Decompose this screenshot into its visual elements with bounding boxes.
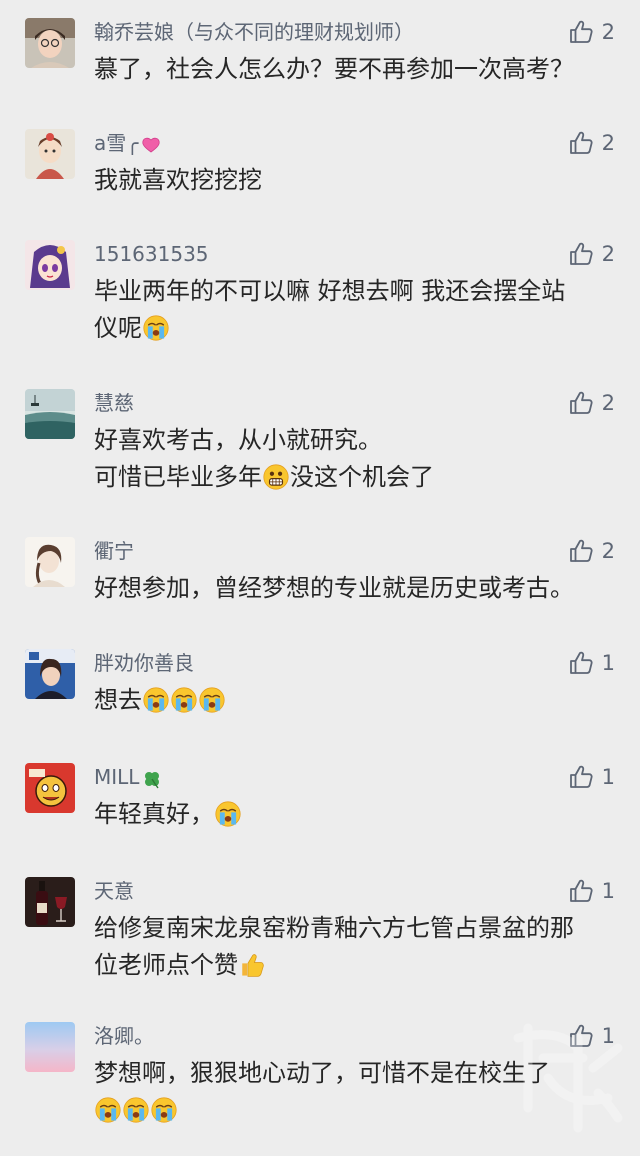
thumbs-up-icon: [568, 130, 594, 156]
wine-bottle-avatar[interactable]: [25, 877, 75, 927]
crying-face-emoji: [143, 315, 169, 341]
comment-text: 给修复南宋龙泉窑粉青釉六方七管占景盆的那 位老师点个赞: [94, 914, 574, 979]
commenter-name[interactable]: 151631535: [94, 240, 209, 268]
thumbs-up-icon: [568, 538, 594, 564]
crying-face-emoji: [151, 1097, 177, 1123]
like-button[interactable]: 2: [568, 389, 615, 417]
cartoon-face-avatar[interactable]: [25, 763, 75, 813]
like-count: 2: [601, 242, 615, 266]
like-button[interactable]: 2: [568, 537, 615, 565]
thumbs-up-icon: [568, 241, 594, 267]
like-count: 1: [601, 879, 615, 903]
like-count: 2: [601, 131, 615, 155]
comment-text: 毕业两年的不可以嘛 好想去啊 我还会摆全站 仪呢: [94, 277, 566, 342]
thumbs-up-icon: [568, 878, 594, 904]
crying-face-emoji: [95, 1097, 121, 1123]
anchor-woman-avatar[interactable]: [25, 649, 75, 699]
thumbs-up-icon: [568, 650, 594, 676]
comment-list: 翰乔芸娘（与众不同的理财规划师） 2 慕了，社会人怎么办？要不再参加一次高考？ …: [0, 0, 640, 1156]
like-button[interactable]: 2: [568, 240, 615, 268]
gradient-sky-avatar[interactable]: [25, 1022, 75, 1072]
comment-text: 年轻真好，: [94, 796, 614, 833]
commenter-name[interactable]: 洛卿。: [94, 1022, 154, 1050]
like-button[interactable]: 2: [568, 129, 615, 157]
like-button[interactable]: 1: [568, 763, 615, 791]
commenter-name[interactable]: a雪╭: [94, 129, 161, 157]
thumbs-up-emoji: [239, 952, 265, 978]
grimace-face-emoji: [263, 464, 289, 490]
woman-glasses-avatar[interactable]: [25, 18, 75, 68]
thumbs-up-icon: [568, 390, 594, 416]
crying-face-emoji: [171, 687, 197, 713]
comment-text: 好喜欢考古，从小就研究。 可惜已毕业多年 没这个机会了: [94, 426, 434, 491]
commenter-name[interactable]: 衢宁: [94, 537, 134, 565]
thumbs-up-icon: [568, 19, 594, 45]
anime-girl-avatar[interactable]: [25, 240, 75, 290]
commenter-name[interactable]: 天意: [94, 877, 134, 905]
like-button[interactable]: 2: [568, 18, 615, 46]
like-count: 1: [601, 765, 615, 789]
comment-text: 慕了，社会人怎么办？要不再参加一次高考？: [94, 55, 574, 83]
comment-text: 想去: [94, 682, 614, 719]
like-count: 1: [601, 651, 615, 675]
lake-landscape-avatar[interactable]: [25, 389, 75, 439]
crying-face-emoji: [215, 801, 241, 827]
watermark-logo: [513, 1023, 623, 1133]
four-leaf-clover-icon: [145, 771, 160, 788]
thumbs-up-icon: [568, 764, 594, 790]
woman-sketch-avatar[interactable]: [25, 537, 75, 587]
crying-face-emoji: [199, 687, 225, 713]
like-count: 2: [601, 391, 615, 415]
crying-face-emoji: [123, 1097, 149, 1123]
like-count: 2: [601, 20, 615, 44]
like-button[interactable]: 1: [568, 877, 615, 905]
like-count: 2: [601, 539, 615, 563]
commenter-name[interactable]: MILL: [94, 763, 162, 791]
cartoon-girl-avatar[interactable]: [25, 129, 75, 179]
pink-heart-icon: [142, 137, 160, 152]
comment-text: 我就喜欢挖挖挖: [94, 166, 262, 194]
commenter-name[interactable]: 慧慈: [94, 389, 134, 417]
crying-face-emoji: [143, 687, 169, 713]
commenter-name[interactable]: 胖劝你善良: [94, 649, 194, 677]
comment-text: 好想参加，曾经梦想的专业就是历史或考古。: [94, 574, 574, 602]
commenter-name[interactable]: 翰乔芸娘（与众不同的理财规划师）: [94, 18, 414, 46]
like-button[interactable]: 1: [568, 649, 615, 677]
